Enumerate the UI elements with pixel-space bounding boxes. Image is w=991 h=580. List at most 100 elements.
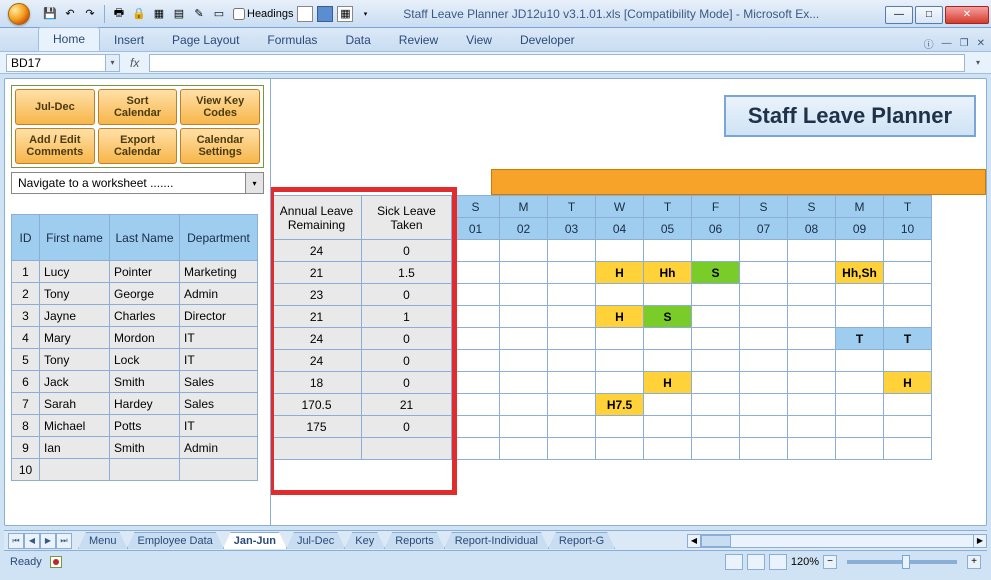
tool2-icon[interactable]: ▤ (171, 6, 187, 22)
control-view-key-codes[interactable]: View Key Codes (180, 89, 260, 125)
sheet-tab-menu[interactable]: Menu (78, 532, 128, 549)
leave-cell[interactable]: T (884, 328, 932, 350)
sheet-tab-bar: ⏮ ◀ ▶ ⏭ MenuEmployee DataJan-JunJul-DecK… (4, 530, 987, 550)
sheet-nav-last[interactable]: ⏭ (56, 533, 72, 549)
formula-expand-icon[interactable]: ▾ (971, 58, 985, 67)
horizontal-scrollbar[interactable]: ◀ ▶ (687, 534, 987, 548)
ribbon-tab-page-layout[interactable]: Page Layout (158, 29, 253, 51)
sheet-tab-employee-data[interactable]: Employee Data (127, 532, 224, 549)
minimize-button[interactable]: — (885, 6, 913, 24)
navigate-dropdown-button[interactable]: ▾ (245, 173, 263, 193)
calendar-row: 240TT (272, 328, 932, 350)
header-day: W (596, 196, 644, 218)
calendar-row: 240 (272, 350, 932, 372)
view-normal-button[interactable] (725, 554, 743, 570)
header-date: 01 (452, 218, 500, 240)
doc-restore-button[interactable]: ❐ (960, 38, 969, 49)
leave-cell[interactable]: H (884, 372, 932, 394)
style3-icon[interactable]: ▦ (337, 6, 353, 22)
view-layout-button[interactable] (747, 554, 765, 570)
control-add-edit-comments[interactable]: Add / Edit Comments (15, 128, 95, 164)
zoom-slider[interactable] (847, 560, 957, 564)
navigate-dropdown[interactable]: Navigate to a worksheet ....... ▾ (11, 172, 264, 194)
leave-cell[interactable]: Hh (644, 262, 692, 284)
office-button[interactable] (0, 0, 38, 28)
sheet-tab-jul-dec[interactable]: Jul-Dec (286, 532, 345, 549)
control-calendar-settings[interactable]: Calendar Settings (180, 128, 260, 164)
sheet-tab-jan-jun[interactable]: Jan-Jun (223, 532, 287, 549)
zoom-out-button[interactable]: − (823, 555, 837, 569)
ribbon-tabs: HomeInsertPage LayoutFormulasDataReviewV… (0, 28, 991, 52)
zoom-in-button[interactable]: + (967, 555, 981, 569)
workspace: Jul-DecSort CalendarView Key Codes Add / … (4, 78, 987, 526)
name-box-dropdown[interactable]: ▾ (106, 54, 120, 72)
control-export-calendar[interactable]: Export Calendar (98, 128, 178, 164)
undo-icon[interactable]: ↶ (62, 6, 78, 22)
sheet-tab-report-g[interactable]: Report-G (548, 532, 615, 549)
view-break-button[interactable] (769, 554, 787, 570)
sheet-tab-report-individual[interactable]: Report-Individual (444, 532, 549, 549)
redo-icon[interactable]: ↷ (82, 6, 98, 22)
ribbon-tab-insert[interactable]: Insert (100, 29, 158, 51)
formula-bar-row: BD17 ▾ fx ▾ (0, 52, 991, 74)
sheet-tab-key[interactable]: Key (344, 532, 385, 549)
ribbon-tab-review[interactable]: Review (385, 29, 452, 51)
scroll-right-button[interactable]: ▶ (973, 534, 987, 548)
scroll-track[interactable] (701, 534, 973, 548)
leave-cell[interactable]: Hh,Sh (836, 262, 884, 284)
table-row: 10 (12, 459, 258, 481)
control-sort-calendar[interactable]: Sort Calendar (98, 89, 178, 125)
leave-cell[interactable]: H (596, 262, 644, 284)
style1-icon[interactable] (297, 6, 313, 22)
scroll-thumb[interactable] (701, 535, 731, 547)
header-last: Last Name (110, 215, 180, 261)
formula-input[interactable] (149, 54, 965, 72)
save-icon[interactable]: 💾 (42, 6, 58, 22)
print-icon[interactable]: 🖶 (111, 6, 127, 22)
ribbon-tab-home[interactable]: Home (38, 27, 100, 51)
headings-toggle[interactable]: Headings (231, 8, 293, 20)
header-day: S (740, 196, 788, 218)
style2-icon[interactable] (317, 6, 333, 22)
sheet-nav-first[interactable]: ⏮ (8, 533, 24, 549)
tool3-icon[interactable]: ✎ (191, 6, 207, 22)
sheet-tab-reports[interactable]: Reports (384, 532, 445, 549)
macro-record-icon[interactable] (50, 556, 62, 568)
calendar-row: 180HH (272, 372, 932, 394)
sheet-nav-next[interactable]: ▶ (40, 533, 56, 549)
calendar-row: 211HS (272, 306, 932, 328)
zoom-thumb[interactable] (902, 555, 910, 569)
header-date: 05 (644, 218, 692, 240)
leave-cell[interactable]: T (836, 328, 884, 350)
header-day: T (644, 196, 692, 218)
leave-cell[interactable]: H (644, 372, 692, 394)
leave-cell[interactable]: H (596, 306, 644, 328)
qat-more-icon[interactable]: ▾ (357, 6, 373, 22)
quick-access-toolbar: 💾 ↶ ↷ 🖶 🔒 ▦ ▤ ✎ ▭ Headings ▦ ▾ (38, 5, 377, 23)
close-button[interactable]: ✕ (945, 6, 989, 24)
leave-cell[interactable]: S (692, 262, 740, 284)
ribbon-tab-formulas[interactable]: Formulas (253, 29, 331, 51)
leave-cell[interactable]: S (644, 306, 692, 328)
header-day: M (836, 196, 884, 218)
doc-minimize-button[interactable]: — (942, 38, 952, 49)
maximize-button[interactable]: □ (915, 6, 943, 24)
lock-icon[interactable]: 🔒 (131, 6, 147, 22)
table-row: 6JackSmithSales (12, 371, 258, 393)
sheet-nav-prev[interactable]: ◀ (24, 533, 40, 549)
calendar-row: 230 (272, 284, 932, 306)
tool1-icon[interactable]: ▦ (151, 6, 167, 22)
tool4-icon[interactable]: ▭ (211, 6, 227, 22)
ribbon-tab-view[interactable]: View (452, 29, 506, 51)
ribbon-tab-developer[interactable]: Developer (506, 29, 589, 51)
doc-close-button[interactable]: ✕ (977, 38, 985, 49)
ribbon-tab-data[interactable]: Data (331, 29, 384, 51)
calendar-area: Staff Leave Planner Annual Leave Remaini… (271, 79, 986, 525)
table-row: 5TonyLockIT (12, 349, 258, 371)
fx-label[interactable]: fx (126, 56, 143, 70)
leave-cell[interactable]: H7.5 (596, 394, 644, 416)
name-box[interactable]: BD17 (6, 54, 106, 72)
scroll-left-button[interactable]: ◀ (687, 534, 701, 548)
control-jul-dec[interactable]: Jul-Dec (15, 89, 95, 125)
help-icon[interactable]: ⓘ (924, 36, 934, 51)
